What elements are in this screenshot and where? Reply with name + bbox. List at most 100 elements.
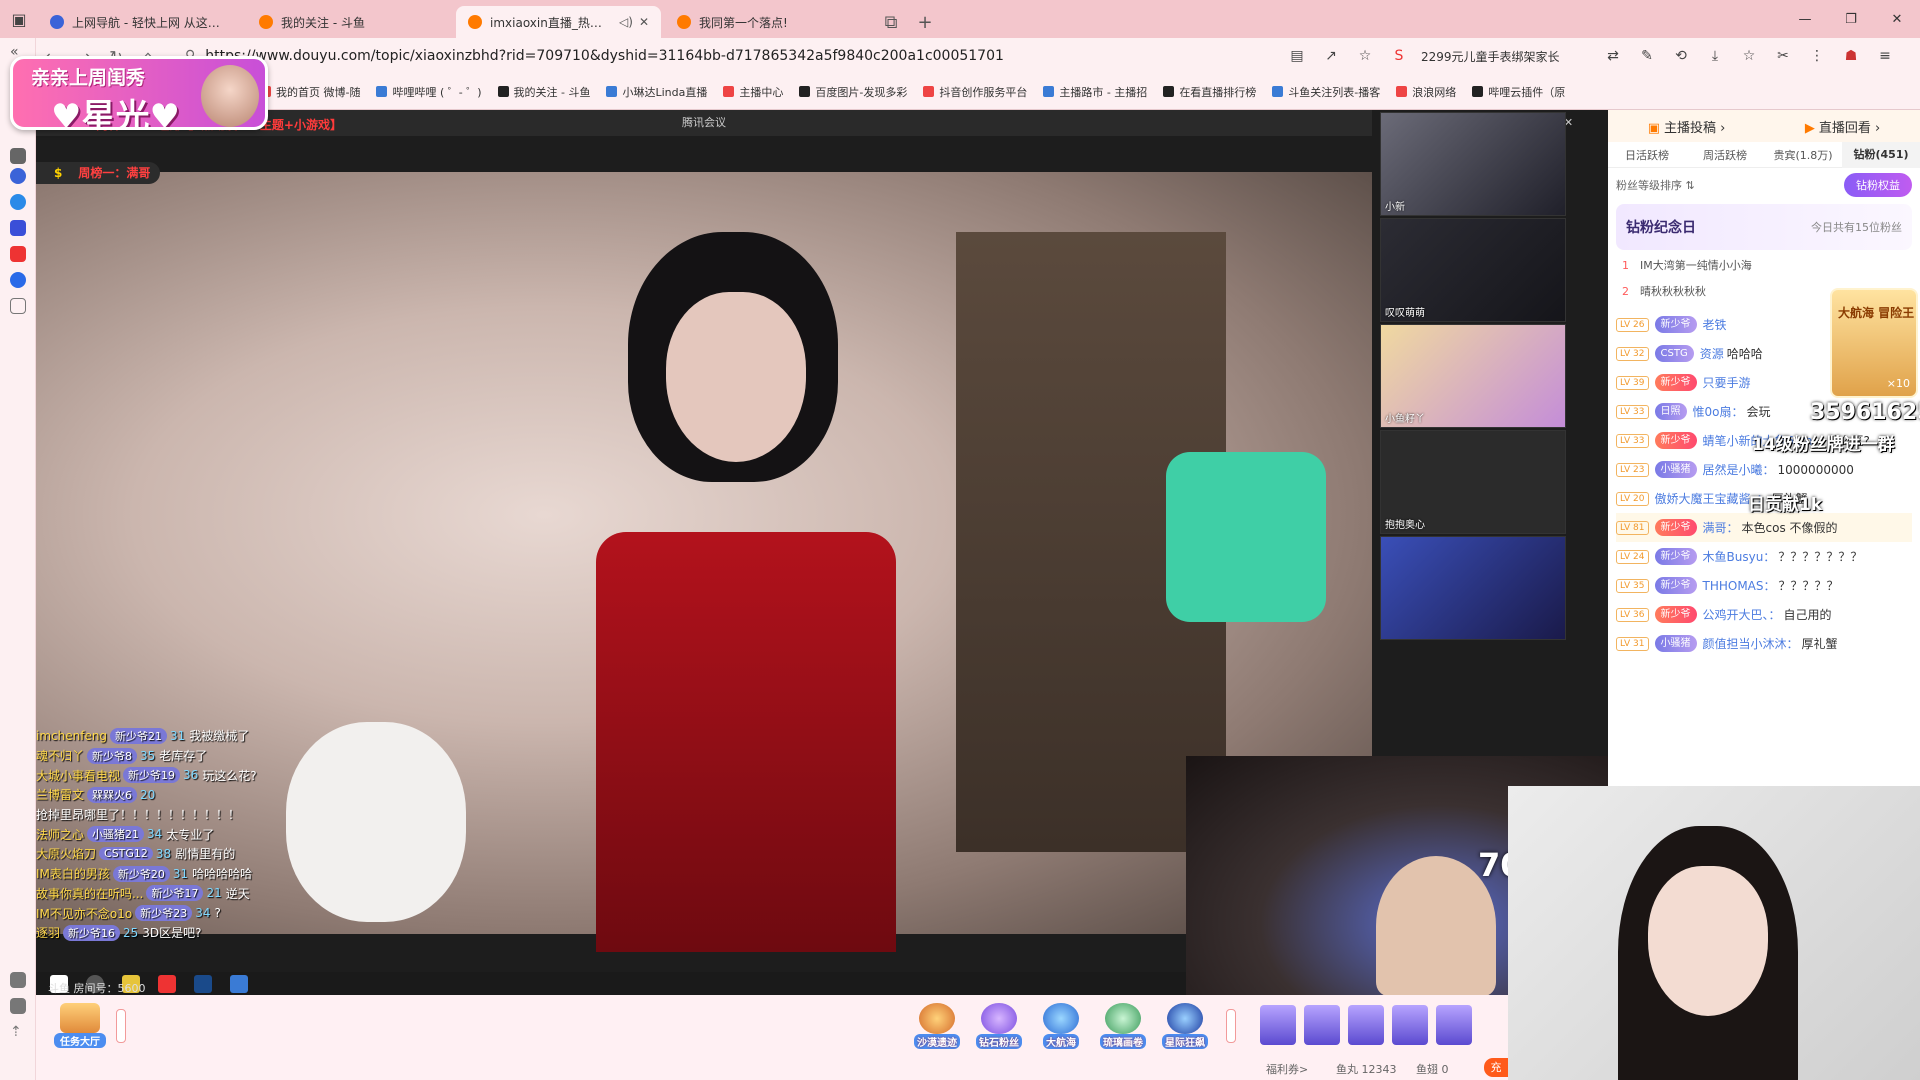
app-red-icon[interactable] [10, 246, 26, 262]
fan-badge[interactable]: 小骚猪 [1654, 635, 1697, 652]
bookmark-item[interactable]: 百度图片-发现多彩 [799, 84, 907, 100]
tab-vip[interactable]: 贵宾(1.8万) [1764, 147, 1842, 163]
history-icon[interactable]: ⟲ [1669, 48, 1693, 64]
new-tab-button[interactable]: + [908, 6, 942, 38]
participant-thumb[interactable]: 叹叹萌萌 [1380, 218, 1566, 322]
app-taskbar-icon[interactable] [158, 974, 176, 993]
replay-link[interactable]: ▶ 直播回看 › [1805, 117, 1880, 136]
steam-taskbar-icon[interactable] [194, 974, 212, 993]
tab-daily-rank[interactable]: 日活跃榜 [1608, 147, 1686, 163]
gift-toggle[interactable] [1226, 1009, 1236, 1043]
bookmark-star-icon[interactable]: ☆ [1353, 48, 1377, 64]
speaker-icon[interactable]: ◁) [619, 15, 633, 29]
paw-icon[interactable] [10, 220, 26, 236]
gift-toggle[interactable] [116, 1009, 126, 1043]
welfare-link[interactable]: 福利券> [1266, 1061, 1308, 1077]
pin-icon[interactable]: ⇡ [10, 1024, 26, 1040]
tab-navigation[interactable]: 上网导航 - 轻快上网 从这里开始 [38, 6, 243, 38]
chat-user[interactable]: 老铁 [1703, 312, 1727, 338]
chat-user[interactable]: 木鱼Busyu： [1703, 544, 1776, 570]
minimize-icon[interactable]: — [1782, 0, 1828, 38]
add-sidebar-icon[interactable] [10, 298, 26, 314]
tab-diamond-fans[interactable]: 钻粉(451) [1842, 141, 1920, 168]
bookmark-item[interactable]: 抖音创作服务平台 [923, 84, 1027, 100]
danmaku-user[interactable]: 魂不归丫 [36, 747, 84, 764]
chat-user[interactable]: 满哥： [1703, 515, 1739, 541]
chat-user[interactable]: 只要手游 [1703, 370, 1751, 396]
video-icon[interactable] [10, 972, 26, 988]
address-bar[interactable]: ⚲ https://www.douyu.com/topic/xiaoxinzbh… [185, 42, 1325, 70]
folder-icon[interactable] [10, 148, 26, 164]
bookmark-item[interactable]: 在看直播排行榜 [1163, 84, 1256, 100]
chat-user[interactable]: THHOMAS： [1703, 573, 1776, 599]
weekly-rank-badge[interactable]: $ 周榜一：满哥 [36, 162, 161, 184]
danmaku-user[interactable]: 大城小事看电视 [36, 767, 120, 784]
profile-icon[interactable]: ☗ [1839, 48, 1863, 64]
backpack-item[interactable] [1304, 1005, 1340, 1045]
backpack-item[interactable] [1436, 1005, 1472, 1045]
favorites-icon[interactable]: ☆ [1737, 48, 1761, 64]
fan-badge[interactable]: 新少爷 [1654, 374, 1697, 391]
participant-thumb[interactable] [1380, 536, 1566, 640]
bookmark-item[interactable]: 我的首页 微博-随 [260, 84, 360, 100]
backpack-item[interactable] [1348, 1005, 1384, 1045]
search-engine-icon[interactable]: S [1387, 48, 1411, 64]
photos-taskbar-icon[interactable] [230, 974, 248, 993]
danmaku-user[interactable]: 兰博雷文 [36, 786, 84, 803]
download-icon[interactable]: ⤓ [1703, 48, 1727, 64]
share-icon[interactable]: ↗ [1319, 48, 1343, 64]
chat-user[interactable]: 居然是小曦： [1703, 457, 1775, 483]
fan-anniversary[interactable]: 钻粉纪念日 今日共有15位粉丝 [1616, 204, 1912, 250]
chat-user[interactable]: 资源 [1700, 341, 1724, 367]
gift-item[interactable]: 琉璃画卷 [1100, 1003, 1146, 1049]
fan-badge[interactable]: 新少爷 [1654, 519, 1697, 536]
gift-item[interactable]: 大航海 [1038, 1003, 1084, 1049]
chat-user[interactable]: 公鸡开大巴、： [1703, 602, 1781, 628]
extension-icon[interactable]: ✎ [1635, 48, 1659, 64]
sidebar-toggle-icon[interactable]: ▣ [0, 0, 38, 38]
reader-mode-icon[interactable]: ▤ [1285, 48, 1309, 64]
submit-link[interactable]: ▣ 主播投稿 › [1648, 117, 1726, 136]
tab-following[interactable]: 我的关注 - 斗鱼 [247, 6, 452, 38]
translate-icon[interactable]: ⇄ [1601, 48, 1625, 64]
backpack-item[interactable] [1392, 1005, 1428, 1045]
danmaku-user[interactable]: IM表白的男孩 [36, 865, 110, 882]
clock-icon[interactable] [10, 272, 26, 288]
tab-close-icon[interactable]: ✕ [639, 15, 649, 29]
diamond-benefits-button[interactable]: 钻粉权益 [1844, 173, 1912, 197]
briefcase-icon[interactable] [10, 998, 26, 1014]
fan-badge[interactable]: 新少爷 [1654, 577, 1697, 594]
fan-badge[interactable]: CSTG [1654, 345, 1694, 362]
fan-badge[interactable]: 小骚猪 [1654, 461, 1697, 478]
fan-badge[interactable]: 新少爷 [1654, 316, 1697, 333]
sort-label[interactable]: 粉丝等级排序 ⇅ [1616, 177, 1695, 193]
fan-badge[interactable]: 新少爷 [1654, 606, 1697, 623]
rank-row[interactable]: 1 IM大湾第一纯情小小海 [1608, 252, 1920, 278]
close-window-icon[interactable]: ✕ [1874, 0, 1920, 38]
backpack-item[interactable] [1260, 1005, 1296, 1045]
bookmark-item[interactable]: 主播中心 [723, 84, 783, 100]
tab-other[interactable]: 我同第一个落点! [665, 6, 870, 38]
menu-icon[interactable]: ⋮ [1805, 48, 1829, 64]
fan-badge[interactable]: 新少爷 [1654, 548, 1697, 565]
promo-logo[interactable]: 亲亲上周闺秀 ♥星光♥ [10, 56, 268, 130]
bookmark-item[interactable]: 浪浪网络 [1396, 84, 1456, 100]
gift-item[interactable]: 星际狂飙 [1162, 1003, 1208, 1049]
participant-thumb[interactable]: 小鱼籽丫 [1380, 324, 1566, 428]
participant-thumb[interactable]: 小新 [1380, 112, 1566, 216]
bookmark-item[interactable]: 我的关注 - 斗鱼 [497, 84, 590, 100]
chat-user[interactable]: 惟0o扇： [1693, 399, 1744, 425]
danmaku-user[interactable]: 逐羽 [36, 924, 60, 941]
danmaku-user[interactable]: 法师之心 [36, 826, 84, 843]
fan-badge[interactable]: 日照 [1654, 403, 1687, 420]
bookmark-item[interactable]: 斗鱼关注列表-播客 [1272, 84, 1380, 100]
hamburger-menu-icon[interactable]: ≡ [1873, 48, 1897, 64]
gift-item[interactable]: 沙漠遗迹 [914, 1003, 960, 1049]
danmaku-user[interactable]: 故事你真的在听吗... [36, 885, 143, 902]
stream-player[interactable]: 腾讯会议 — ❐ ✕ 内容：LOL组排【8点动漫cos主题+小游戏】 $周榜一：… [36, 110, 1608, 995]
toolbar-ad-text[interactable]: 2299元儿童手表绑架家长 [1421, 48, 1591, 65]
danmaku-user[interactable]: 大原火焰刀 [36, 845, 96, 862]
bookmark-item[interactable]: 哔哩云插件（原 [1472, 84, 1565, 100]
danmaku-user[interactable]: IM不见亦不念o1o [36, 905, 132, 922]
browser-sidebar-icon[interactable] [10, 194, 26, 210]
